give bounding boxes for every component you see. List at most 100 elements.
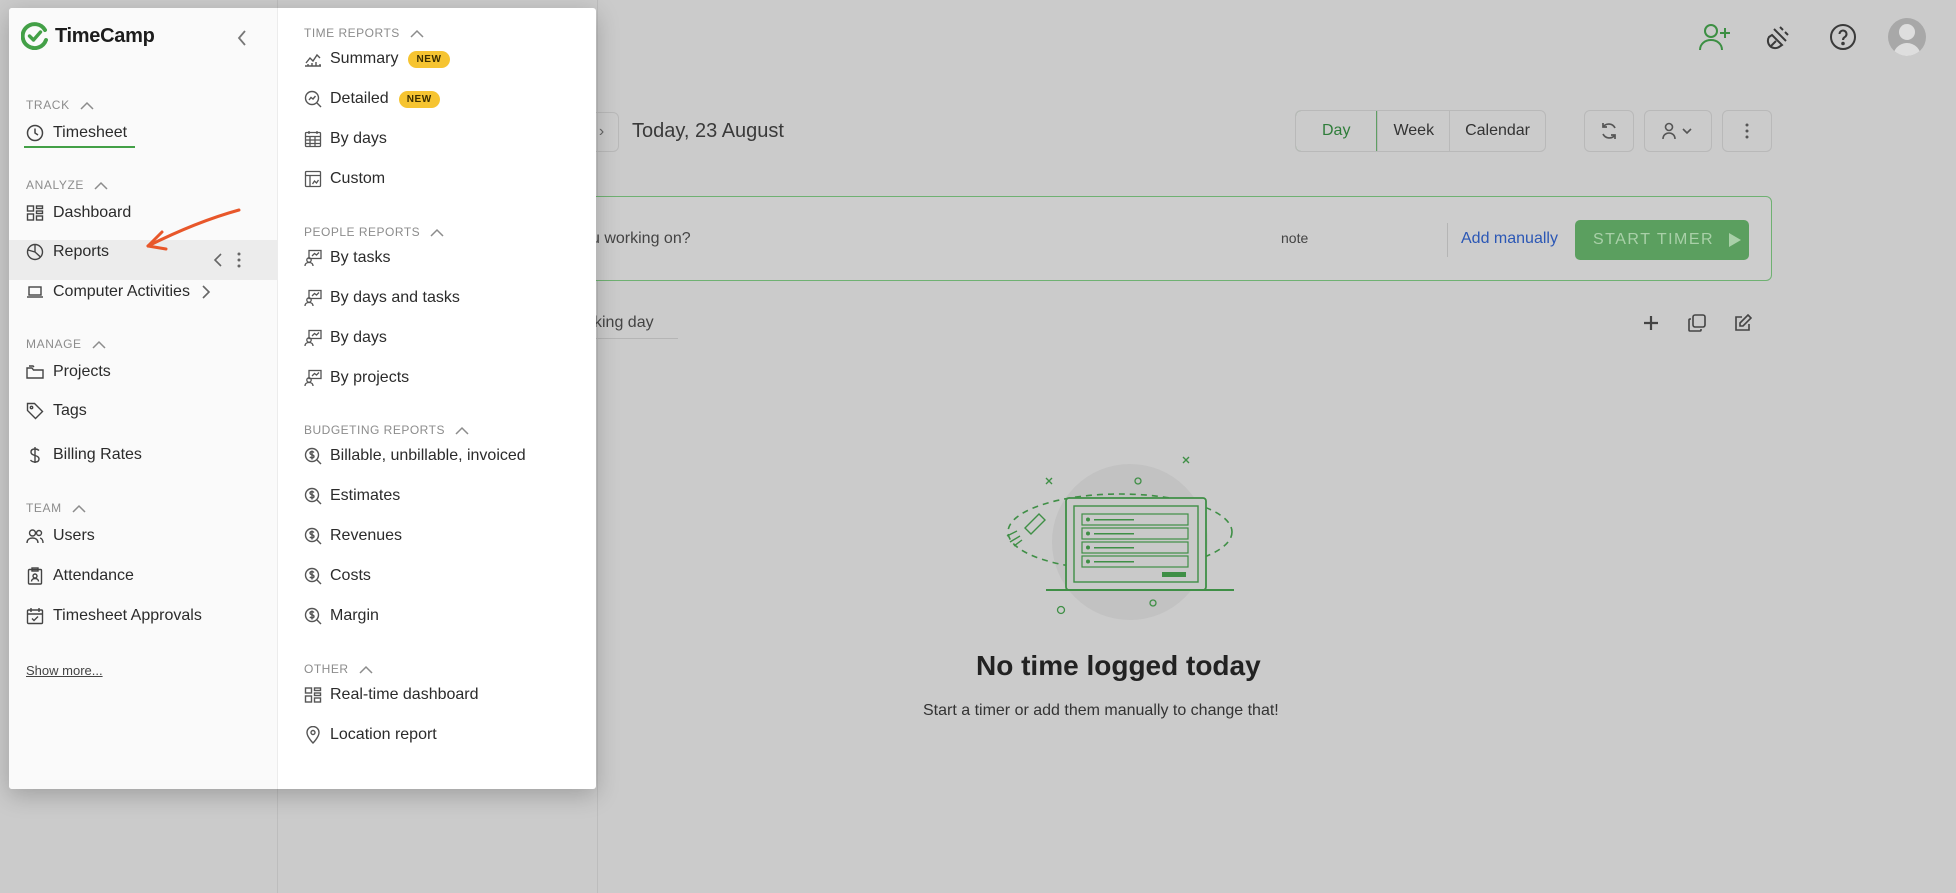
report-by-days-and-tasks[interactable]: By days and tasks — [304, 289, 460, 307]
section-manage[interactable]: MANAGE — [26, 337, 106, 351]
sidebar-item-users[interactable]: Users — [26, 527, 95, 545]
report-by-projects[interactable]: By projects — [304, 369, 409, 387]
annotation-arrow-icon — [146, 208, 241, 251]
help-icon[interactable] — [1824, 18, 1862, 56]
sidebar-item-timesheet[interactable]: Timesheet — [26, 124, 127, 142]
magnifier-chart-icon — [304, 90, 322, 108]
start-timer-label: START TIMER — [1593, 231, 1715, 248]
section-people-reports-label: PEOPLE REPORTS — [304, 225, 421, 239]
edit-icon[interactable] — [1732, 312, 1754, 334]
folders-icon — [26, 363, 44, 381]
empty-state-subtitle: Start a timer or add them manually to ch… — [923, 702, 1279, 719]
collapse-menu-button[interactable] — [236, 29, 248, 52]
chevron-up-icon — [94, 181, 108, 190]
report-detailed[interactable]: Detailed NEW — [304, 90, 440, 108]
refresh-icon — [1602, 123, 1616, 139]
report-costs[interactable]: Costs — [304, 567, 371, 585]
avatar[interactable] — [1888, 18, 1926, 56]
section-analyze[interactable]: ANALYZE — [26, 178, 108, 192]
chevron-left-icon — [237, 30, 246, 46]
sidebar-item-projects[interactable]: Projects — [26, 363, 111, 381]
report-billable[interactable]: Billable, unbillable, invoiced — [304, 447, 526, 465]
active-indicator — [24, 146, 135, 148]
user-chart-icon — [304, 249, 322, 267]
report-location[interactable]: Location report — [304, 726, 437, 744]
empty-state-illustration — [1006, 456, 1234, 620]
new-badge: NEW — [398, 90, 440, 108]
start-timer-button[interactable]: START TIMER — [1575, 220, 1749, 260]
chevron-up-icon — [72, 504, 86, 513]
sidebar-item-computer-activities[interactable]: Computer Activities — [26, 283, 211, 301]
kebab-icon[interactable] — [237, 252, 241, 268]
chevron-up-icon — [410, 29, 424, 38]
show-more-link[interactable]: Show more... — [26, 663, 103, 678]
task-input[interactable]: u working on? — [591, 230, 691, 248]
report-estimates[interactable]: Estimates — [304, 487, 400, 505]
new-badge: NEW — [408, 50, 450, 68]
section-track-label: TRACK — [26, 98, 70, 112]
report-margin[interactable]: Margin — [304, 607, 379, 625]
clock-icon — [26, 124, 44, 142]
sidebar-item-label: Dashboard — [53, 204, 132, 221]
sync-button[interactable] — [1584, 110, 1634, 152]
dollar-search-icon — [304, 607, 322, 625]
report-label: By tasks — [330, 249, 391, 266]
sidebar-item-dashboard[interactable]: Dashboard — [26, 204, 131, 222]
note-input[interactable]: note — [1281, 230, 1308, 246]
report-realtime-dashboard[interactable]: Real-time dashboard — [304, 686, 479, 704]
chevron-up-icon — [455, 426, 469, 435]
section-team[interactable]: TEAM — [26, 501, 86, 515]
main-nav: TimeCamp TRACK Timesheet ANALYZE Dashboa… — [9, 8, 278, 789]
logo[interactable]: TimeCamp — [21, 22, 155, 50]
report-custom[interactable]: Custom — [304, 170, 385, 188]
section-other[interactable]: OTHER — [304, 662, 373, 676]
add-manually-link[interactable]: Add manually — [1461, 230, 1558, 248]
chevron-left-icon[interactable] — [213, 252, 223, 268]
plus-icon[interactable] — [1640, 312, 1662, 334]
sidebar-item-label: Timesheet Approvals — [53, 607, 202, 624]
report-label: Real-time dashboard — [330, 686, 479, 703]
layout-icon — [304, 170, 322, 188]
report-revenues[interactable]: Revenues — [304, 527, 402, 545]
more-options-button[interactable] — [1722, 110, 1772, 152]
section-track[interactable]: TRACK — [26, 98, 94, 112]
report-label: Summary — [330, 50, 399, 67]
timecamp-logo-icon — [21, 22, 48, 50]
dollar-search-icon — [304, 527, 322, 545]
sidebar-item-reports[interactable]: Reports — [26, 243, 109, 261]
navigation-menu: TimeCamp TRACK Timesheet ANALYZE Dashboa… — [9, 8, 596, 789]
section-time-reports[interactable]: TIME REPORTS — [304, 26, 424, 40]
report-by-days[interactable]: By days — [304, 130, 387, 148]
report-label: Custom — [330, 170, 386, 187]
sidebar-item-label: Reports — [53, 243, 110, 260]
tab-week[interactable]: Week — [1377, 111, 1449, 151]
section-budgeting-reports[interactable]: BUDGETING REPORTS — [304, 423, 469, 437]
dollar-icon — [26, 446, 44, 464]
line-chart-icon — [304, 50, 322, 68]
sidebar-item-attendance[interactable]: Attendance — [26, 567, 134, 585]
dollar-search-icon — [304, 567, 322, 585]
sidebar-item-label: Users — [53, 527, 95, 544]
view-switch: Day Week Calendar — [1295, 110, 1546, 152]
report-summary[interactable]: Summary NEW — [304, 50, 450, 68]
report-by-tasks[interactable]: By tasks — [304, 249, 390, 267]
add-user-icon[interactable] — [1696, 18, 1734, 56]
tab-day[interactable]: Day — [1296, 111, 1378, 151]
sidebar-item-billing-rates[interactable]: Billing Rates — [26, 446, 142, 464]
tab-calendar[interactable]: Calendar — [1449, 111, 1545, 151]
plugin-icon[interactable] — [1760, 18, 1798, 56]
user-select-button[interactable] — [1644, 110, 1712, 152]
chevron-up-icon — [358, 665, 373, 674]
report-label: By days — [330, 329, 387, 346]
user-chart-icon — [304, 369, 322, 387]
section-time-reports-label: TIME REPORTS — [304, 26, 400, 40]
sidebar-item-timesheet-approvals[interactable]: Timesheet Approvals — [26, 607, 202, 625]
report-label: Location report — [330, 726, 437, 743]
chevron-up-icon — [80, 101, 94, 110]
sidebar-item-tags[interactable]: Tags — [26, 402, 87, 420]
section-people-reports[interactable]: PEOPLE REPORTS — [304, 225, 444, 239]
user-chart-icon — [304, 329, 322, 347]
chevron-up-icon — [430, 228, 444, 237]
copy-icon[interactable] — [1686, 312, 1708, 334]
report-people-by-days[interactable]: By days — [304, 329, 387, 347]
